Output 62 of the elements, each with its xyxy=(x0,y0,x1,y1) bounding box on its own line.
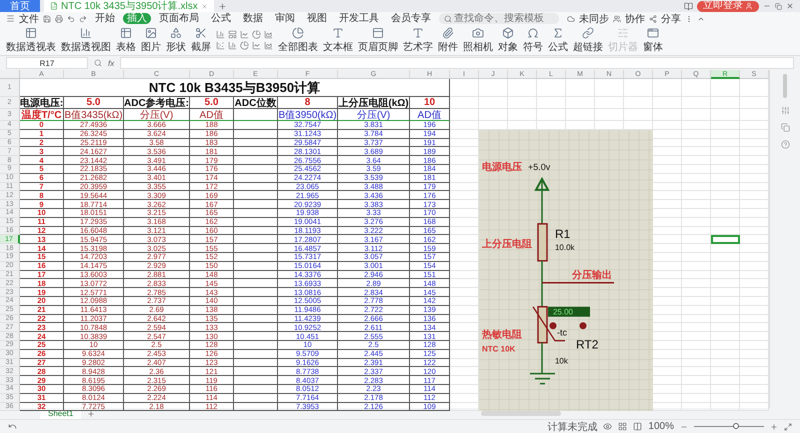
function-label[interactable]: fx xyxy=(108,58,114,68)
document-tab-title: NTC 10k 3435与3950计算.xlsx xyxy=(61,0,198,12)
ribbon-button[interactable]: 符号 xyxy=(523,26,543,54)
ribbon-tab[interactable]: 插入 xyxy=(123,13,151,24)
sheet-title: NTC 10k B3435与B3950计算 xyxy=(20,79,450,97)
parameter-value: 5.0 xyxy=(190,97,234,109)
ribbon-button[interactable]: 表格 xyxy=(116,26,136,54)
toolbar-action[interactable]: 未同步 xyxy=(579,12,609,26)
name-box[interactable]: R17 xyxy=(6,57,88,69)
command-search-field[interactable]: 查找命令、搜索模板 xyxy=(439,13,559,24)
parameter-label: ADC位数 xyxy=(234,97,278,109)
parameter-value: 5.0 xyxy=(64,97,124,109)
ribbon-tab[interactable]: 页面布局 xyxy=(155,13,203,24)
ribbon-button[interactable]: 截屏 xyxy=(191,26,211,54)
ribbon-button[interactable]: 公式 xyxy=(548,26,568,54)
ribbon-button[interactable]: 窗体 xyxy=(643,26,663,54)
ribbon-tab[interactable]: 视图 xyxy=(303,13,331,24)
ribbon-button[interactable]: 数据透视图 xyxy=(61,26,111,54)
column-heading: AD值 xyxy=(190,109,234,121)
column-heading: B值3435(kΩ) xyxy=(64,109,124,121)
ribbon-button[interactable]: 超链接 xyxy=(573,26,603,54)
file-menu[interactable]: 文件 xyxy=(19,12,39,26)
ribbon-button[interactable]: 页眉页脚 xyxy=(358,26,398,54)
supply-label: 电源电压 xyxy=(482,162,522,173)
parameter-label: ADC参考电压: xyxy=(124,97,190,109)
zoom-percentage[interactable]: 100% xyxy=(648,421,674,432)
ribbon-button[interactable]: 文本框 xyxy=(323,26,353,54)
resistor-label: 上分压电阻 xyxy=(482,238,532,250)
column-heading: 温度T/°C xyxy=(20,109,64,121)
document-tab[interactable]: NTC 10k 3435与3950计算.xlsx xyxy=(44,0,214,12)
ribbon-tab[interactable]: 公式 xyxy=(207,13,235,24)
supply-voltage: +5.0v xyxy=(528,162,550,172)
parameter-value: 8 xyxy=(278,97,338,109)
thermistor-label: 热敏电阻 xyxy=(482,330,522,340)
parameter-value: 10 xyxy=(410,97,450,109)
thermistor-name: RT2 xyxy=(576,338,598,352)
ribbon-button[interactable]: 全部图表 xyxy=(278,26,318,54)
ribbon-button[interactable]: 艺术字 xyxy=(403,26,433,54)
parameter-label: 电源电压: xyxy=(20,97,64,109)
column-heading: B值3950(kΩ) xyxy=(278,109,338,121)
ribbon-button[interactable]: 形状 xyxy=(166,26,186,54)
ribbon-tab[interactable]: 数据 xyxy=(239,13,267,24)
ribbon-tab[interactable]: 开始 xyxy=(91,13,119,24)
toolbar-action[interactable]: 协作 xyxy=(625,12,645,26)
ribbon-button[interactable]: 对象 xyxy=(498,26,518,54)
toolbar-action[interactable]: 分享 xyxy=(661,12,681,26)
ribbon-button[interactable]: 图片 xyxy=(141,26,161,54)
status-text: 计算未完成 xyxy=(547,420,598,433)
ribbon-button[interactable]: 数据透视表 xyxy=(6,26,56,54)
parameter-label: 上分压电阻(kΩ) xyxy=(338,97,410,109)
column-heading: AD值 xyxy=(410,109,450,121)
ribbon-tab[interactable]: 开发工具 xyxy=(335,13,383,24)
home-tab[interactable]: 首页 xyxy=(0,0,40,12)
column-heading: 分压(V) xyxy=(124,109,190,121)
ribbon-tab[interactable]: 审阅 xyxy=(271,13,299,24)
ribbon-button[interactable]: 附件 xyxy=(438,26,458,54)
output-label: 分压输出 xyxy=(572,270,612,281)
resistor-name: R1 xyxy=(555,226,570,241)
ribbon-button[interactable]: 照相机 xyxy=(463,26,493,54)
coefficient-label: -tc xyxy=(557,328,567,338)
ribbon-tab[interactable]: 会员专享 xyxy=(387,13,435,24)
column-heading: 分压(V) xyxy=(338,109,410,121)
